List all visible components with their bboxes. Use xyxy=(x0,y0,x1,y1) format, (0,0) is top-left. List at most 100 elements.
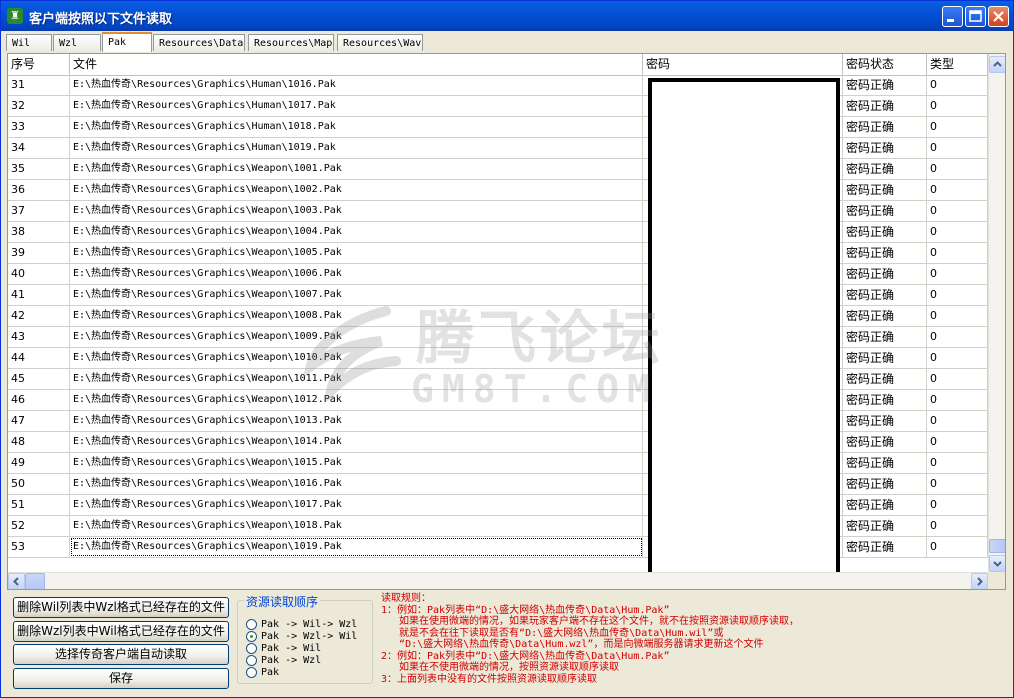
cell-type[interactable]: 0 xyxy=(927,516,988,536)
cell-password-status[interactable]: 密码正确 xyxy=(843,327,927,347)
cell-password-status[interactable]: 密码正确 xyxy=(843,159,927,179)
radio-button-icon[interactable] xyxy=(246,643,257,654)
cell-index[interactable]: 53 xyxy=(8,537,70,557)
cell-file[interactable]: E:\热血传奇\Resources\Graphics\Weapon\1016.P… xyxy=(70,474,643,494)
cell-type[interactable]: 0 xyxy=(927,348,988,368)
table-row[interactable]: 35 E:\热血传奇\Resources\Graphics\Weapon\1001… xyxy=(8,159,988,180)
cell-password-status[interactable]: 密码正确 xyxy=(843,180,927,200)
table-row[interactable]: 53 E:\热血传奇\Resources\Graphics\Weapon\1019… xyxy=(8,537,988,558)
cell-file[interactable]: E:\热血传奇\Resources\Graphics\Human\1019.Pa… xyxy=(70,138,643,158)
cell-password-status[interactable]: 密码正确 xyxy=(843,75,927,95)
cell-password-status[interactable]: 密码正确 xyxy=(843,306,927,326)
cell-type[interactable]: 0 xyxy=(927,117,988,137)
cell-file[interactable]: E:\热血传奇\Resources\Graphics\Weapon\1008.P… xyxy=(70,306,643,326)
radio-button-icon[interactable] xyxy=(246,631,257,642)
column-header-password-status[interactable]: 密码状态 xyxy=(843,54,927,75)
radio-button-icon[interactable] xyxy=(246,667,257,678)
cell-type[interactable]: 0 xyxy=(927,411,988,431)
cell-password-status[interactable]: 密码正确 xyxy=(843,474,927,494)
table-row[interactable]: 39 E:\热血传奇\Resources\Graphics\Weapon\1005… xyxy=(8,243,988,264)
cell-password-status[interactable]: 密码正确 xyxy=(843,201,927,221)
cell-file[interactable]: E:\热血传奇\Resources\Graphics\Weapon\1004.P… xyxy=(70,222,643,242)
table-row[interactable]: 48 E:\热血传奇\Resources\Graphics\Weapon\1014… xyxy=(8,432,988,453)
cell-password-status[interactable]: 密码正确 xyxy=(843,222,927,242)
cell-type[interactable]: 0 xyxy=(927,369,988,389)
cell-index[interactable]: 42 xyxy=(8,306,70,326)
cell-file[interactable]: E:\热血传奇\Resources\Graphics\Weapon\1002.P… xyxy=(70,180,643,200)
maximize-button[interactable] xyxy=(965,6,986,27)
tab-wil[interactable]: Wil xyxy=(6,34,52,51)
table-row[interactable]: 32 E:\热血传奇\Resources\Graphics\Human\1017.… xyxy=(8,96,988,117)
cell-type[interactable]: 0 xyxy=(927,75,988,95)
table-row[interactable]: 45 E:\热血传奇\Resources\Graphics\Weapon\1011… xyxy=(8,369,988,390)
vertical-scroll-thumb[interactable] xyxy=(989,539,1005,553)
table-row[interactable]: 43 E:\热血传奇\Resources\Graphics\Weapon\1009… xyxy=(8,327,988,348)
cell-index[interactable]: 41 xyxy=(8,285,70,305)
cell-password-status[interactable]: 密码正确 xyxy=(843,285,927,305)
column-header-file[interactable]: 文件 xyxy=(70,54,643,75)
cell-file[interactable]: E:\热血传奇\Resources\Graphics\Human\1018.Pa… xyxy=(70,117,643,137)
cell-password-status[interactable]: 密码正确 xyxy=(843,243,927,263)
cell-index[interactable]: 52 xyxy=(8,516,70,536)
table-row[interactable]: 47 E:\热血传奇\Resources\Graphics\Weapon\1013… xyxy=(8,411,988,432)
vertical-scrollbar[interactable] xyxy=(988,54,1005,572)
cell-file[interactable]: E:\热血传奇\Resources\Graphics\Weapon\1011.P… xyxy=(70,369,643,389)
auto-read-client-button[interactable]: 选择传奇客户端自动读取 xyxy=(13,644,229,665)
table-row[interactable]: 33 E:\热血传奇\Resources\Graphics\Human\1018.… xyxy=(8,117,988,138)
table-row[interactable]: 38 E:\热血传奇\Resources\Graphics\Weapon\1004… xyxy=(8,222,988,243)
tab-resources-data[interactable]: Resources\Data xyxy=(153,34,245,51)
scroll-down-button[interactable] xyxy=(989,555,1005,572)
cell-file[interactable]: E:\热血传奇\Resources\Graphics\Weapon\1001.P… xyxy=(70,159,643,179)
cell-type[interactable]: 0 xyxy=(927,453,988,473)
cell-index[interactable]: 32 xyxy=(8,96,70,116)
cell-password-status[interactable]: 密码正确 xyxy=(843,117,927,137)
cell-index[interactable]: 47 xyxy=(8,411,70,431)
save-button[interactable]: 保存 xyxy=(13,668,229,689)
table-row[interactable]: 40 E:\热血传奇\Resources\Graphics\Weapon\1006… xyxy=(8,264,988,285)
cell-password-status[interactable]: 密码正确 xyxy=(843,495,927,515)
table-row[interactable]: 46 E:\热血传奇\Resources\Graphics\Weapon\1012… xyxy=(8,390,988,411)
cell-password-status[interactable]: 密码正确 xyxy=(843,516,927,536)
delete-wil-duplicates-button[interactable]: 删除Wil列表中Wzl格式已经存在的文件 xyxy=(13,597,229,618)
minimize-button[interactable] xyxy=(942,6,963,27)
cell-type[interactable]: 0 xyxy=(927,159,988,179)
cell-index[interactable]: 49 xyxy=(8,453,70,473)
cell-file[interactable]: E:\热血传奇\Resources\Graphics\Weapon\1013.P… xyxy=(70,411,643,431)
radio-button-icon[interactable] xyxy=(246,619,257,630)
cell-type[interactable]: 0 xyxy=(927,327,988,347)
cell-index[interactable]: 45 xyxy=(8,369,70,389)
cell-type[interactable]: 0 xyxy=(927,537,988,557)
cell-password-status[interactable]: 密码正确 xyxy=(843,138,927,158)
cell-index[interactable]: 31 xyxy=(8,75,70,95)
cell-password-status[interactable]: 密码正确 xyxy=(843,96,927,116)
table-row[interactable]: 52 E:\热血传奇\Resources\Graphics\Weapon\1018… xyxy=(8,516,988,537)
cell-index[interactable]: 34 xyxy=(8,138,70,158)
cell-type[interactable]: 0 xyxy=(927,180,988,200)
cell-index[interactable]: 35 xyxy=(8,159,70,179)
cell-file[interactable]: E:\热血传奇\Resources\Graphics\Weapon\1017.P… xyxy=(70,495,643,515)
cell-password-status[interactable]: 密码正确 xyxy=(843,348,927,368)
cell-password-status[interactable]: 密码正确 xyxy=(843,432,927,452)
cell-file[interactable]: E:\热血传奇\Resources\Graphics\Weapon\1019.P… xyxy=(70,537,643,557)
cell-file[interactable]: E:\热血传奇\Resources\Graphics\Weapon\1014.P… xyxy=(70,432,643,452)
cell-type[interactable]: 0 xyxy=(927,96,988,116)
cell-file[interactable]: E:\热血传奇\Resources\Graphics\Weapon\1009.P… xyxy=(70,327,643,347)
cell-password-status[interactable]: 密码正确 xyxy=(843,390,927,410)
table-row[interactable]: 44 E:\热血传奇\Resources\Graphics\Weapon\1010… xyxy=(8,348,988,369)
cell-password-status[interactable]: 密码正确 xyxy=(843,453,927,473)
title-bar[interactable]: ♜ 客户端按照以下文件读取 xyxy=(1,1,1013,31)
delete-wzl-duplicates-button[interactable]: 删除Wzl列表中Wil格式已经存在的文件 xyxy=(13,621,229,642)
cell-type[interactable]: 0 xyxy=(927,432,988,452)
cell-file[interactable]: E:\热血传奇\Resources\Graphics\Weapon\1005.P… xyxy=(70,243,643,263)
cell-index[interactable]: 40 xyxy=(8,264,70,284)
table-row[interactable]: 34 E:\热血传奇\Resources\Graphics\Human\1019.… xyxy=(8,138,988,159)
table-row[interactable]: 36 E:\热血传奇\Resources\Graphics\Weapon\1002… xyxy=(8,180,988,201)
cell-index[interactable]: 50 xyxy=(8,474,70,494)
column-header-index[interactable]: 序号 xyxy=(8,54,70,75)
cell-index[interactable]: 48 xyxy=(8,432,70,452)
horizontal-scrollbar[interactable] xyxy=(8,572,988,589)
cell-index[interactable]: 33 xyxy=(8,117,70,137)
file-grid[interactable]: 序号 文件 密码 密码状态 类型 31 E:\热血传奇\Resources\Gra… xyxy=(7,53,1006,590)
tab-wzl[interactable]: Wzl xyxy=(53,34,101,51)
table-row[interactable]: 51 E:\热血传奇\Resources\Graphics\Weapon\1017… xyxy=(8,495,988,516)
